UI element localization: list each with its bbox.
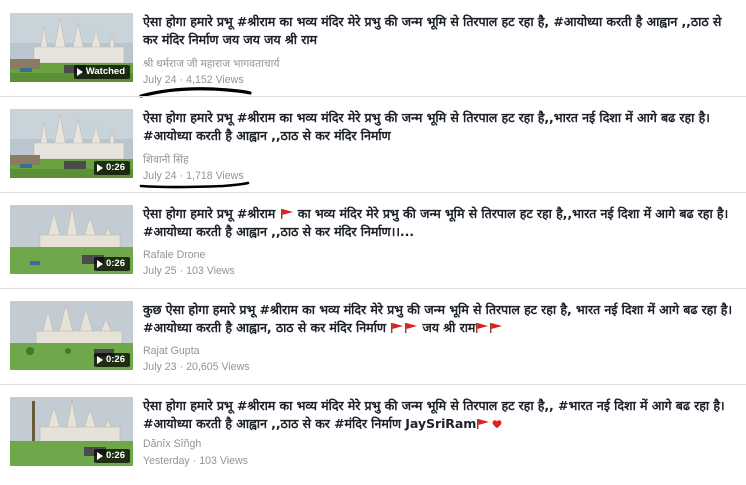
video-thumbnail[interactable]: Watched (10, 13, 133, 82)
play-icon (76, 68, 83, 76)
video-result[interactable]: Watched ऐसा होगा हमारे प्रभू #श्रीराम का… (0, 0, 746, 98)
video-meta: July 25 · 103 Views (143, 265, 235, 277)
video-meta: July 24 · 4,152 Views (143, 74, 244, 86)
badge-text: 0:26 (105, 450, 125, 461)
video-title[interactable]: ऐसा होगा हमारे प्रभू #श्रीराम का भव्य मं… (143, 205, 733, 241)
title-text: ऐसा होगा हमारे प्रभू #श्रीराम (143, 206, 276, 221)
heart-emoji-icon (492, 420, 502, 429)
channel-name[interactable]: Dãnîx Sîñgh (143, 438, 201, 450)
video-title[interactable]: ऐसा होगा हमारे प्रभू #श्रीराम का भव्य मं… (143, 13, 733, 49)
dot-separator: · (179, 265, 184, 277)
badge-text: 0:26 (105, 162, 125, 173)
dot-separator: · (179, 361, 184, 373)
separator (0, 192, 746, 193)
view-count: 103 Views (199, 455, 248, 467)
flag-icon (476, 323, 489, 333)
flag-icon (280, 209, 293, 219)
flag-icon (391, 323, 404, 333)
video-results-list: Watched ऐसा होगा हमारे प्रभू #श्रीराम का… (0, 0, 746, 485)
play-icon (96, 260, 103, 268)
dot-separator: · (179, 74, 184, 86)
upload-date: July 25 (143, 265, 177, 277)
badge-text: 0:26 (105, 258, 125, 269)
upload-date: Yesterday (143, 455, 190, 467)
video-title[interactable]: ऐसा होगा हमारे प्रभू #श्रीराम का भव्य मं… (143, 397, 733, 433)
video-meta: Yesterday · 103 Views (143, 455, 248, 467)
separator (0, 384, 746, 385)
video-result[interactable]: 0:26 कुछ ऐसा होगा हमारे प्रभू #श्रीराम क… (0, 288, 746, 384)
badge-text: 0:26 (105, 354, 125, 365)
play-icon (96, 356, 103, 364)
watched-badge: Watched (73, 65, 130, 79)
video-result[interactable]: 0:26 ऐसा होगा हमारे प्रभू #श्रीराम का भव… (0, 384, 746, 480)
video-result[interactable]: 0:26 ऐसा होगा हमारे प्रभू #श्रीराम का भव… (0, 96, 746, 192)
play-icon (96, 164, 103, 172)
view-count: 4,152 Views (186, 74, 244, 86)
dot-separator: · (192, 455, 197, 467)
separator (0, 96, 746, 97)
title-text: जय श्री राम (422, 320, 476, 335)
flag-icon (405, 323, 418, 333)
flag-icon (490, 323, 503, 333)
view-count: 20,605 Views (186, 361, 250, 373)
upload-date: July 24 (143, 74, 177, 86)
video-meta: July 24 · 1,718 Views (143, 170, 244, 182)
video-thumbnail[interactable]: 0:26 (10, 397, 133, 466)
upload-date: July 24 (143, 170, 177, 182)
dot-separator: · (179, 170, 184, 182)
flag-icon (477, 419, 490, 429)
channel-name[interactable]: श्री धर्मराज जी महाराज भागवताचार्य (143, 57, 280, 71)
badge-text: Watched (85, 66, 125, 77)
duration-badge: 0:26 (93, 449, 130, 463)
duration-badge: 0:26 (93, 257, 130, 271)
video-thumbnail[interactable]: 0:26 (10, 301, 133, 370)
view-count: 1,718 Views (186, 170, 244, 182)
video-title[interactable]: कुछ ऐसा होगा हमारे प्रभू #श्रीराम का भव्… (143, 301, 733, 337)
duration-badge: 0:26 (93, 161, 130, 175)
video-thumbnail[interactable]: 0:26 (10, 205, 133, 274)
channel-name[interactable]: Rafale Drone (143, 249, 205, 261)
video-title[interactable]: ऐसा होगा हमारे प्रभू #श्रीराम का भव्य मं… (143, 109, 733, 145)
play-icon (96, 452, 103, 460)
channel-name[interactable]: Rajat Gupta (143, 345, 200, 357)
duration-badge: 0:26 (93, 353, 130, 367)
view-count: 103 Views (186, 265, 235, 277)
channel-name[interactable]: शिवानी सिंह (143, 153, 189, 167)
title-text: ऐसा होगा हमारे प्रभू #श्रीराम का भव्य मं… (143, 398, 725, 431)
upload-date: July 23 (143, 361, 177, 373)
video-meta: July 23 · 20,605 Views (143, 361, 250, 373)
video-result[interactable]: 0:26 ऐसा होगा हमारे प्रभू #श्रीराम का भव… (0, 192, 746, 288)
separator (0, 288, 746, 289)
video-thumbnail[interactable]: 0:26 (10, 109, 133, 178)
